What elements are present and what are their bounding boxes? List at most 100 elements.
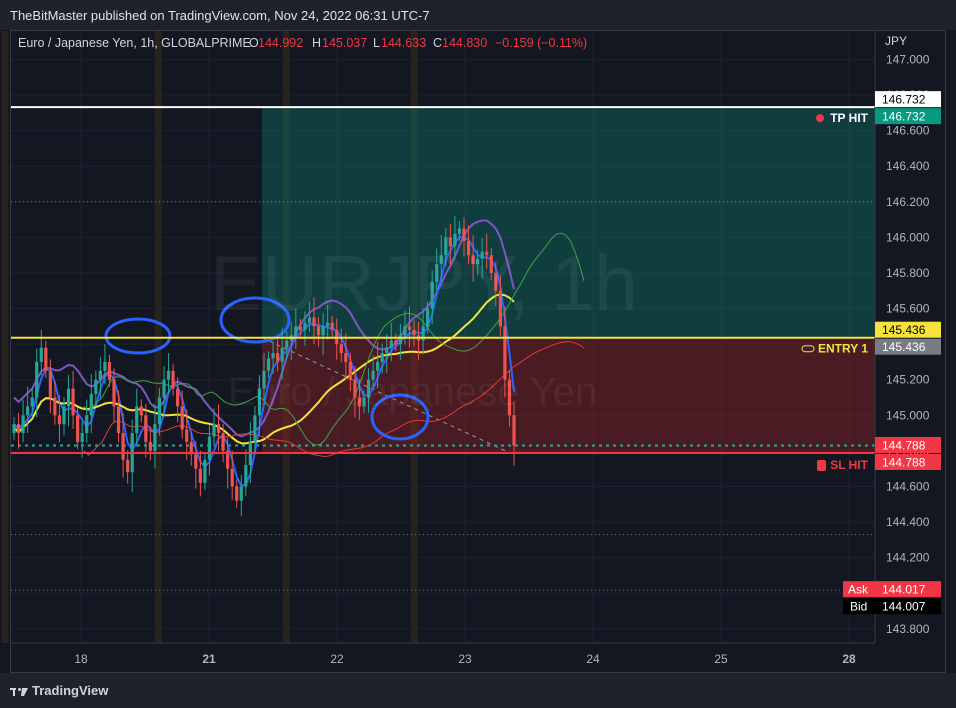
watermark-sub: Euro / Japanese Yen [228, 370, 597, 414]
candle-body [135, 406, 139, 434]
legend-symbol: Euro / Japanese Yen, 1h, GLOBALPRIME [18, 36, 251, 50]
candle-body [139, 406, 143, 416]
y-tick-label: 145.800 [886, 266, 930, 280]
candle-body [71, 388, 75, 416]
candle-body [21, 415, 25, 434]
candle-body [185, 429, 189, 442]
candle-body [94, 379, 98, 394]
entry-label: ENTRY 1 [818, 342, 868, 356]
candle-body [121, 433, 125, 460]
session-break-band [1, 31, 9, 643]
candle-body [62, 406, 66, 425]
y-tick-label: 145.000 [886, 408, 930, 422]
price-tag: 145.436 [882, 323, 926, 337]
x-tick-label: 23 [458, 652, 472, 666]
legend-c-value: 144.830 [442, 36, 487, 50]
y-tick-label: 145.200 [886, 373, 930, 387]
candle-body [44, 347, 48, 371]
candle-body [239, 486, 243, 501]
candle-body [126, 459, 130, 473]
legend-h-value: 145.037 [322, 36, 367, 50]
legend-o-value: 144.992 [258, 36, 303, 50]
y-tick-label: 145.600 [886, 302, 930, 316]
candle-body [35, 361, 39, 398]
candle-body [112, 379, 116, 407]
stop-icon [817, 459, 826, 471]
bid-price: 144.007 [882, 600, 926, 614]
brand-text: TradingView [32, 683, 109, 698]
price-tag: 146.732 [882, 93, 926, 107]
y-tick-label: 143.800 [886, 622, 930, 636]
price-tag: 145.436 [882, 340, 926, 354]
ask-price: 144.017 [882, 583, 926, 597]
candle-body [162, 379, 166, 398]
y-tick-label: 146.400 [886, 159, 930, 173]
y-tick-label: 146.600 [886, 124, 930, 138]
candle-body [30, 397, 34, 407]
candle-body [76, 415, 80, 442]
candle-body [203, 459, 207, 483]
candle-body [321, 326, 325, 336]
price-tag: 144.788 [882, 455, 926, 469]
legend-change: −0.159 (−0.11%) [495, 36, 587, 50]
candle-body [180, 406, 184, 430]
currency-label: JPY [885, 34, 907, 48]
legend-c-label: C [433, 36, 442, 50]
candle-body [266, 358, 271, 371]
candle-body [380, 353, 384, 362]
candle-body [198, 468, 202, 483]
legend-l-label: L [373, 36, 380, 50]
chart-svg[interactable]: TP HITENTRY 1SL HIT 147.000146.800146.60… [0, 0, 956, 708]
candle-body [12, 424, 16, 434]
x-tick-label: 28 [842, 652, 856, 666]
x-tick-label: 21 [202, 652, 216, 666]
candle-body [16, 424, 21, 434]
candle-body [53, 397, 57, 416]
sl-hit-label: SL HIT [830, 458, 868, 472]
tp-hit-label: TP HIT [830, 111, 868, 125]
candle-body [157, 397, 162, 425]
legend-h-label: H [312, 36, 321, 50]
candle-body [103, 361, 107, 371]
price-tag: 146.732 [882, 110, 926, 124]
candle-body [398, 335, 402, 345]
candle-body [216, 424, 221, 434]
candle-body [294, 326, 298, 336]
x-tick-label: 25 [714, 652, 728, 666]
tradingview-logo-icon [10, 687, 28, 696]
candle-body [280, 347, 284, 362]
y-tick-label: 147.000 [886, 52, 930, 66]
candle-body [148, 441, 152, 451]
candle-body [116, 406, 121, 434]
candle-body [285, 340, 289, 348]
x-tick-label: 18 [74, 652, 88, 666]
y-tick-label: 144.600 [886, 479, 930, 493]
candle-body [207, 436, 212, 460]
candle-body [221, 433, 225, 451]
candle-body [66, 388, 71, 407]
candle-body [107, 361, 112, 380]
candle-body [316, 326, 321, 336]
candle-body [403, 326, 407, 336]
footer-bar [0, 673, 956, 708]
candle-body [339, 344, 343, 354]
candle-body [39, 347, 43, 362]
candle-body [80, 433, 84, 442]
candle-body [194, 454, 198, 469]
x-tick-label: 22 [330, 652, 344, 666]
candle-body [212, 424, 216, 437]
candle-body [412, 329, 416, 336]
candle-body [85, 415, 89, 434]
candle-body [394, 340, 398, 345]
candle-body [144, 415, 148, 442]
tradingview-brand[interactable]: TradingView [10, 683, 108, 698]
candle-body [244, 465, 248, 487]
candle-body [166, 370, 171, 380]
candle-body [176, 388, 180, 407]
target-icon [816, 114, 824, 123]
x-tick-label: 24 [586, 652, 600, 666]
watermark-main: EURJPY, 1h [210, 239, 638, 327]
ask-label: Ask [848, 583, 869, 597]
candle-body [271, 353, 275, 359]
candle-body [171, 370, 175, 389]
